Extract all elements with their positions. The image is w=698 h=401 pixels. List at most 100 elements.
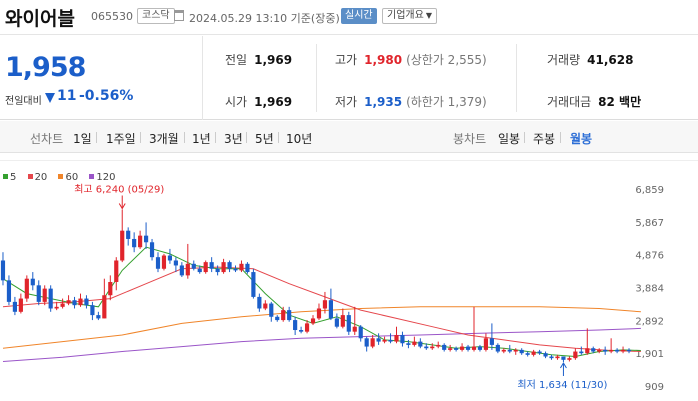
stat-prev-close: 전일 1,969 (225, 51, 292, 68)
period-1day[interactable]: 1일 (73, 130, 92, 147)
candle-body (221, 262, 226, 273)
candle-weekly[interactable]: 주봉 (533, 130, 555, 147)
candle-body (257, 296, 262, 309)
candle-body (322, 300, 328, 309)
candle-body (0, 260, 6, 281)
candle-body (263, 303, 268, 309)
candle-body (191, 263, 196, 269)
divider (560, 132, 561, 143)
candle-body (173, 260, 178, 266)
company-info-label: 기업개요 (387, 10, 424, 21)
candle-monthly[interactable]: 월봉 (570, 130, 592, 147)
company-info-button[interactable]: 기업개요 ▼ (382, 8, 437, 24)
candle-daily[interactable]: 일봉 (498, 130, 520, 147)
candle-body (120, 230, 125, 261)
candle-body (579, 351, 584, 354)
realtime-button[interactable]: 실시간 (341, 8, 377, 24)
candle-body (108, 282, 113, 296)
candle-body (30, 278, 35, 286)
candle-body (96, 315, 101, 319)
period-10year[interactable]: 10년 (286, 130, 312, 147)
candle-body (406, 343, 411, 345)
period-1week[interactable]: 1주일 (106, 130, 136, 147)
candle-body (513, 349, 518, 352)
candle-body (132, 238, 137, 248)
candle-body (537, 351, 542, 354)
candle-body (78, 298, 83, 306)
candle-body (454, 348, 459, 350)
stat-open: 시가 1,969 (225, 93, 292, 110)
change-value: 11 (57, 88, 77, 104)
candle-body (615, 349, 620, 352)
market-badge: 코스닥 (137, 8, 175, 24)
candle-body (549, 356, 554, 359)
candle-body (299, 330, 304, 332)
candle-body (525, 353, 530, 355)
candle-body (209, 262, 214, 269)
current-price: 1,958 (5, 52, 86, 83)
candle-body (436, 344, 441, 347)
candle-body (126, 230, 131, 239)
candle-body (48, 288, 53, 309)
candle-body (251, 272, 256, 297)
candle-body (591, 348, 596, 352)
stat-high: 고가 1,980 (상한가 2,555) (335, 51, 487, 68)
stat-volume: 거래량 41,628 (547, 51, 633, 68)
period-3month[interactable]: 3개월 (149, 130, 179, 147)
stat-label: 시가 (225, 95, 248, 109)
candle-body (626, 349, 632, 352)
legend-swatch (3, 174, 8, 179)
candle-body (483, 338, 489, 350)
candle-body (36, 285, 41, 302)
stat-label: 고가 (335, 53, 358, 67)
upper-limit: (상한가 2,555) (406, 53, 487, 67)
candle-body (60, 303, 65, 307)
candle-body (215, 268, 220, 273)
candlestick-chart[interactable]: 6,8595,8674,8763,8842,8921,901909최고 6,24… (0, 180, 698, 401)
candle-body (519, 349, 524, 354)
candle-body (418, 341, 423, 347)
chevron-down-icon: ▼ (425, 11, 432, 20)
y-tick-label: 2,892 (635, 316, 664, 327)
candle-body (352, 326, 357, 332)
column-divider (316, 44, 317, 112)
candle-body (471, 346, 477, 350)
candle-body (620, 349, 626, 352)
ma-line-20 (2, 266, 641, 352)
period-3year[interactable]: 3년 (224, 130, 243, 147)
ma-line-5 (2, 246, 641, 358)
divider (96, 132, 97, 143)
stat-amount: 거래대금 82 백만 (547, 93, 641, 110)
candle-body (227, 262, 232, 269)
candle-body (501, 349, 506, 352)
candle-body (394, 334, 399, 342)
candle-body (143, 235, 149, 243)
divider (278, 132, 279, 143)
candle-body (185, 263, 190, 276)
candle-body (42, 288, 47, 302)
candle-body (412, 341, 417, 345)
candle-body (149, 242, 155, 258)
stat-value: 1,980 (364, 53, 403, 67)
period-1year[interactable]: 1년 (192, 130, 211, 147)
candle-body (382, 339, 387, 342)
legend-swatch (89, 174, 95, 179)
stat-value: 1,969 (254, 53, 293, 67)
period-5year[interactable]: 5년 (255, 130, 274, 147)
high-annotation: 최고 6,240 (05/29) (74, 183, 164, 195)
legend-swatch (27, 174, 33, 179)
candle-body (72, 300, 77, 306)
candle-body (340, 315, 345, 327)
stat-label: 거래량 (547, 53, 581, 67)
candle-body (24, 278, 29, 299)
candle-body (114, 260, 119, 283)
candle-body (197, 268, 202, 273)
candle-body (167, 255, 173, 261)
candle-body (597, 349, 602, 352)
candle-body (281, 310, 286, 321)
candle-body (90, 305, 95, 316)
line-chart-label: 선차트 (30, 132, 64, 146)
candle-body (84, 298, 89, 306)
candle-body (561, 356, 566, 360)
divider (184, 132, 185, 143)
